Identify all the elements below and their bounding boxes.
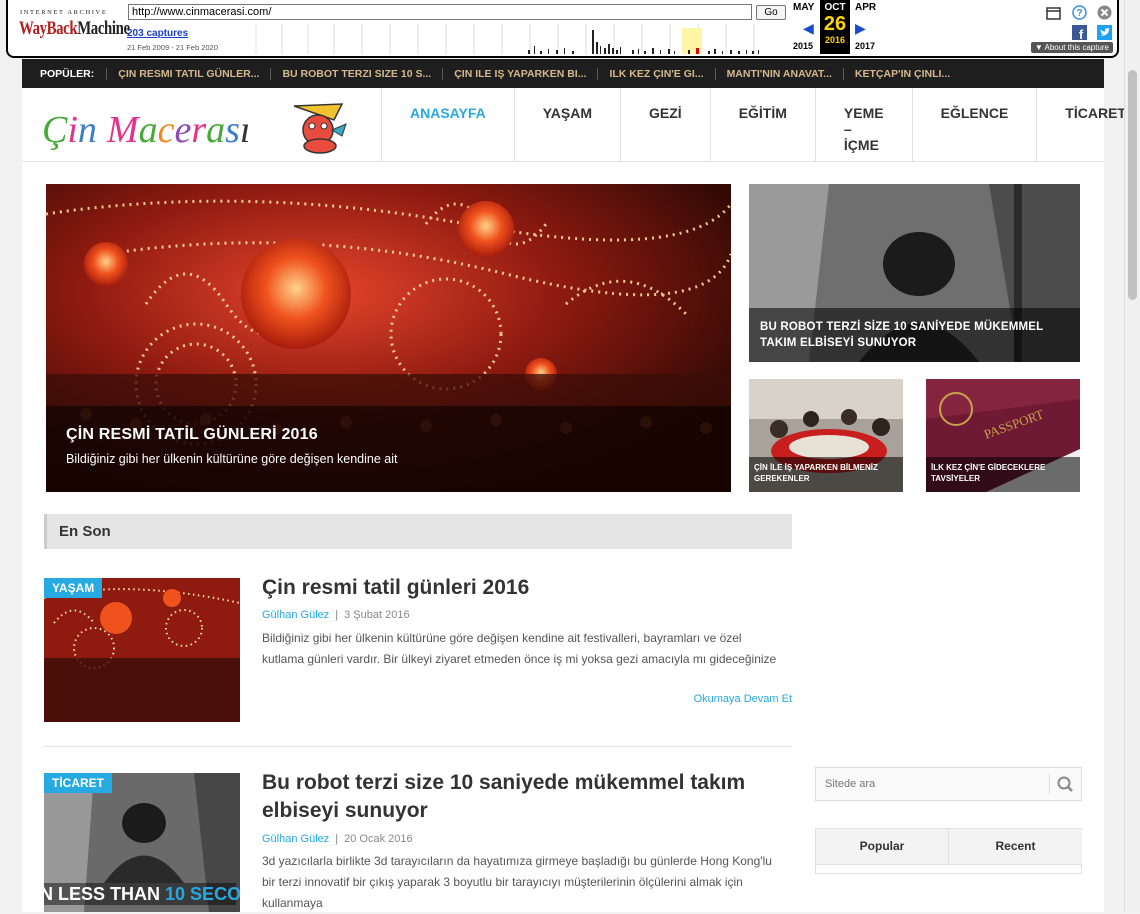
wayback-logo[interactable]: WayBackMachine — [19, 18, 130, 40]
sidebar-search — [815, 767, 1082, 801]
post-date: 3 Şubat 2016 — [344, 609, 410, 621]
post-thumbnail[interactable]: TİCARET N LESS THAN 10 SECONDS — [44, 773, 240, 912]
wayback-logo-caption: INTERNET ARCHIVE — [20, 9, 108, 16]
post-item: TİCARET N LESS THAN 10 SECONDS Bu robot … — [44, 771, 792, 912]
svg-text:?: ? — [1076, 8, 1082, 19]
latest-section-header: En Son — [44, 514, 792, 549]
scrollbar-thumb[interactable] — [1128, 70, 1137, 300]
post-excerpt: 3d yazıcılarla birlikte 3d tarayıcıların… — [262, 854, 772, 910]
nav-item-eglence[interactable]: EĞLENCE — [911, 88, 1037, 161]
wayback-current-month: OCT — [824, 2, 846, 13]
twitter-icon[interactable] — [1097, 25, 1112, 40]
wayback-about-capture[interactable]: ▼ About this capture — [1030, 42, 1113, 53]
search-icon — [1057, 776, 1073, 792]
sidebar-tabs: Popular Recent — [815, 828, 1082, 874]
site-header: Çin Macerası ANASAYFA YAŞAM GEZİ EĞİTİM Y… — [22, 88, 1126, 162]
wayback-next-arrow-icon[interactable]: ▶ — [855, 20, 866, 37]
featured-right-tile[interactable]: BU ROBOT TERZİ SİZE 10 SANİYEDE MÜKEMMEL… — [749, 184, 1080, 362]
lantern-festival-thumb — [44, 578, 240, 722]
featured-right-caption: BU ROBOT TERZİ SİZE 10 SANİYEDE MÜKEMMEL… — [749, 308, 1080, 362]
wayback-next-month[interactable]: APR — [855, 2, 876, 13]
wayback-toolbar: INTERNET ARCHIVE WayBackMachine Go 203 c… — [6, 0, 1119, 58]
wayback-current-year: 2016 — [824, 35, 846, 45]
close-icon[interactable] — [1097, 5, 1112, 20]
popular-link[interactable]: ÇIN ILE IŞ YAPARKEN BI... — [442, 67, 597, 80]
wayback-prev-arrow-icon[interactable]: ◀ — [803, 20, 814, 37]
post-meta: Gülhan Gülez | 3 Şubat 2016 — [262, 609, 410, 621]
nav-item-anasayfa[interactable]: ANASAYFA — [381, 88, 514, 161]
nav-item-gezi[interactable]: GEZİ — [620, 88, 710, 161]
popular-link[interactable]: KETÇAP'IN ÇINLI... — [842, 67, 961, 80]
thumb-overlay-text: N LESS THAN 10 SECONDS — [44, 883, 240, 905]
wayback-current-day: 26 — [823, 13, 847, 35]
wayback-url-input[interactable] — [128, 4, 752, 20]
search-button[interactable] — [1049, 774, 1081, 794]
nav-item-egitim[interactable]: EĞİTİM — [709, 88, 815, 161]
post-author[interactable]: Gülhan Gülez — [262, 833, 329, 845]
post-date: 20 Ocak 2016 — [344, 833, 413, 845]
post-item: YAŞAM Çin resmi tatil günleri 2016 Gülha… — [44, 576, 792, 728]
help-icon[interactable]: ? — [1072, 5, 1087, 20]
wayback-prev-month[interactable]: MAY — [793, 2, 814, 13]
featured-main-subtitle: Bildiğiniz gibi her ülkenin kültürüne gö… — [66, 452, 398, 466]
site-logo[interactable]: Çin Macerası — [42, 100, 352, 156]
featured-small-caption-business: ÇİN İLE İŞ YAPARKEN BİLMENİZ GEREKENLER — [749, 457, 903, 492]
dragon-mascot-icon — [293, 103, 347, 154]
post-title[interactable]: Bu robot terzi size 10 saniyede mükemmel… — [262, 769, 772, 825]
wayback-go-button[interactable]: Go — [756, 5, 786, 20]
wayback-date-range: 21 Feb 2009 - 21 Feb 2020 — [127, 43, 218, 52]
tab-recent[interactable]: Recent — [949, 829, 1082, 865]
featured-small-caption-passport: İLK KEZ ÇİN'E GİDECEKLERE TAVSİYELER — [926, 457, 1080, 492]
wayback-next-year[interactable]: 2017 — [855, 41, 875, 51]
post-divider — [44, 746, 792, 747]
featured-main-caption: ÇİN RESMİ TATİL GÜNLERİ 2016 Bildiğiniz … — [46, 406, 731, 492]
post-category-badge[interactable]: TİCARET — [44, 773, 112, 793]
featured-main-title[interactable]: ÇİN RESMİ TATİL GÜNLERİ 2016 — [66, 426, 711, 444]
facebook-icon[interactable]: f — [1072, 25, 1087, 40]
popular-bar: POPÜLER: ÇIN RESMI TATIL GÜNLER... BU RO… — [22, 59, 1104, 88]
post-author[interactable]: Gülhan Gülez — [262, 609, 329, 621]
featured-small-tile-business[interactable]: ÇİN İLE İŞ YAPARKEN BİLMENİZ GEREKENLER — [749, 379, 903, 492]
featured-main-tile[interactable]: ÇİN RESMİ TATİL GÜNLERİ 2016 Bildiğiniz … — [46, 184, 731, 492]
window-icon[interactable] — [1046, 6, 1061, 21]
post-category-badge[interactable]: YAŞAM — [44, 578, 103, 598]
featured-small-tile-passport[interactable]: PASSPORT İLK KEZ ÇİN'E GİDECEKLERE TAVSİ… — [926, 379, 1080, 492]
svg-text:f: f — [1079, 27, 1084, 40]
main-nav: ANASAYFA YAŞAM GEZİ EĞİTİM YEME – İÇME E… — [381, 88, 1140, 161]
post-meta: Gülhan Gülez | 20 Ocak 2016 — [262, 833, 413, 845]
nav-item-yasam[interactable]: YAŞAM — [513, 88, 620, 161]
tab-popular[interactable]: Popular — [816, 829, 949, 865]
page-content: Çin Macerası ANASAYFA YAŞAM GEZİ EĞİTİM Y… — [22, 88, 1126, 912]
popular-link[interactable]: ILK KEZ ÇIN'E GI... — [597, 67, 714, 80]
read-more-link[interactable]: Okumaya Devam Et — [694, 693, 792, 705]
search-input[interactable] — [816, 768, 1048, 800]
popular-link[interactable]: MANTI'NIN ANAVAT... — [714, 67, 843, 80]
wayback-captures-link[interactable]: 203 captures — [127, 28, 188, 39]
popular-link[interactable]: BU ROBOT TERZI SIZE 10 S... — [270, 67, 442, 80]
nav-item-yeme-icme[interactable]: YEME – İÇME — [814, 88, 912, 161]
post-excerpt: Bildiğiniz gibi her ülkenin kültürüne gö… — [262, 631, 777, 666]
popular-label: POPÜLER: — [40, 67, 95, 80]
wayback-prev-year[interactable]: 2015 — [793, 41, 813, 51]
latest-section-title: En Son — [59, 523, 111, 540]
post-thumbnail[interactable]: YAŞAM — [44, 578, 240, 722]
wayback-capture-sparkline[interactable] — [252, 24, 772, 54]
popular-link[interactable]: ÇIN RESMI TATIL GÜNLER... — [106, 67, 270, 80]
wayback-current-capture: OCT 26 2016 — [820, 0, 850, 54]
post-title[interactable]: Çin resmi tatil günleri 2016 — [262, 574, 772, 602]
svg-text:ÇinMacerası: Çin Macerası — [42, 109, 250, 151]
page-scrollbar[interactable] — [1124, 0, 1140, 912]
